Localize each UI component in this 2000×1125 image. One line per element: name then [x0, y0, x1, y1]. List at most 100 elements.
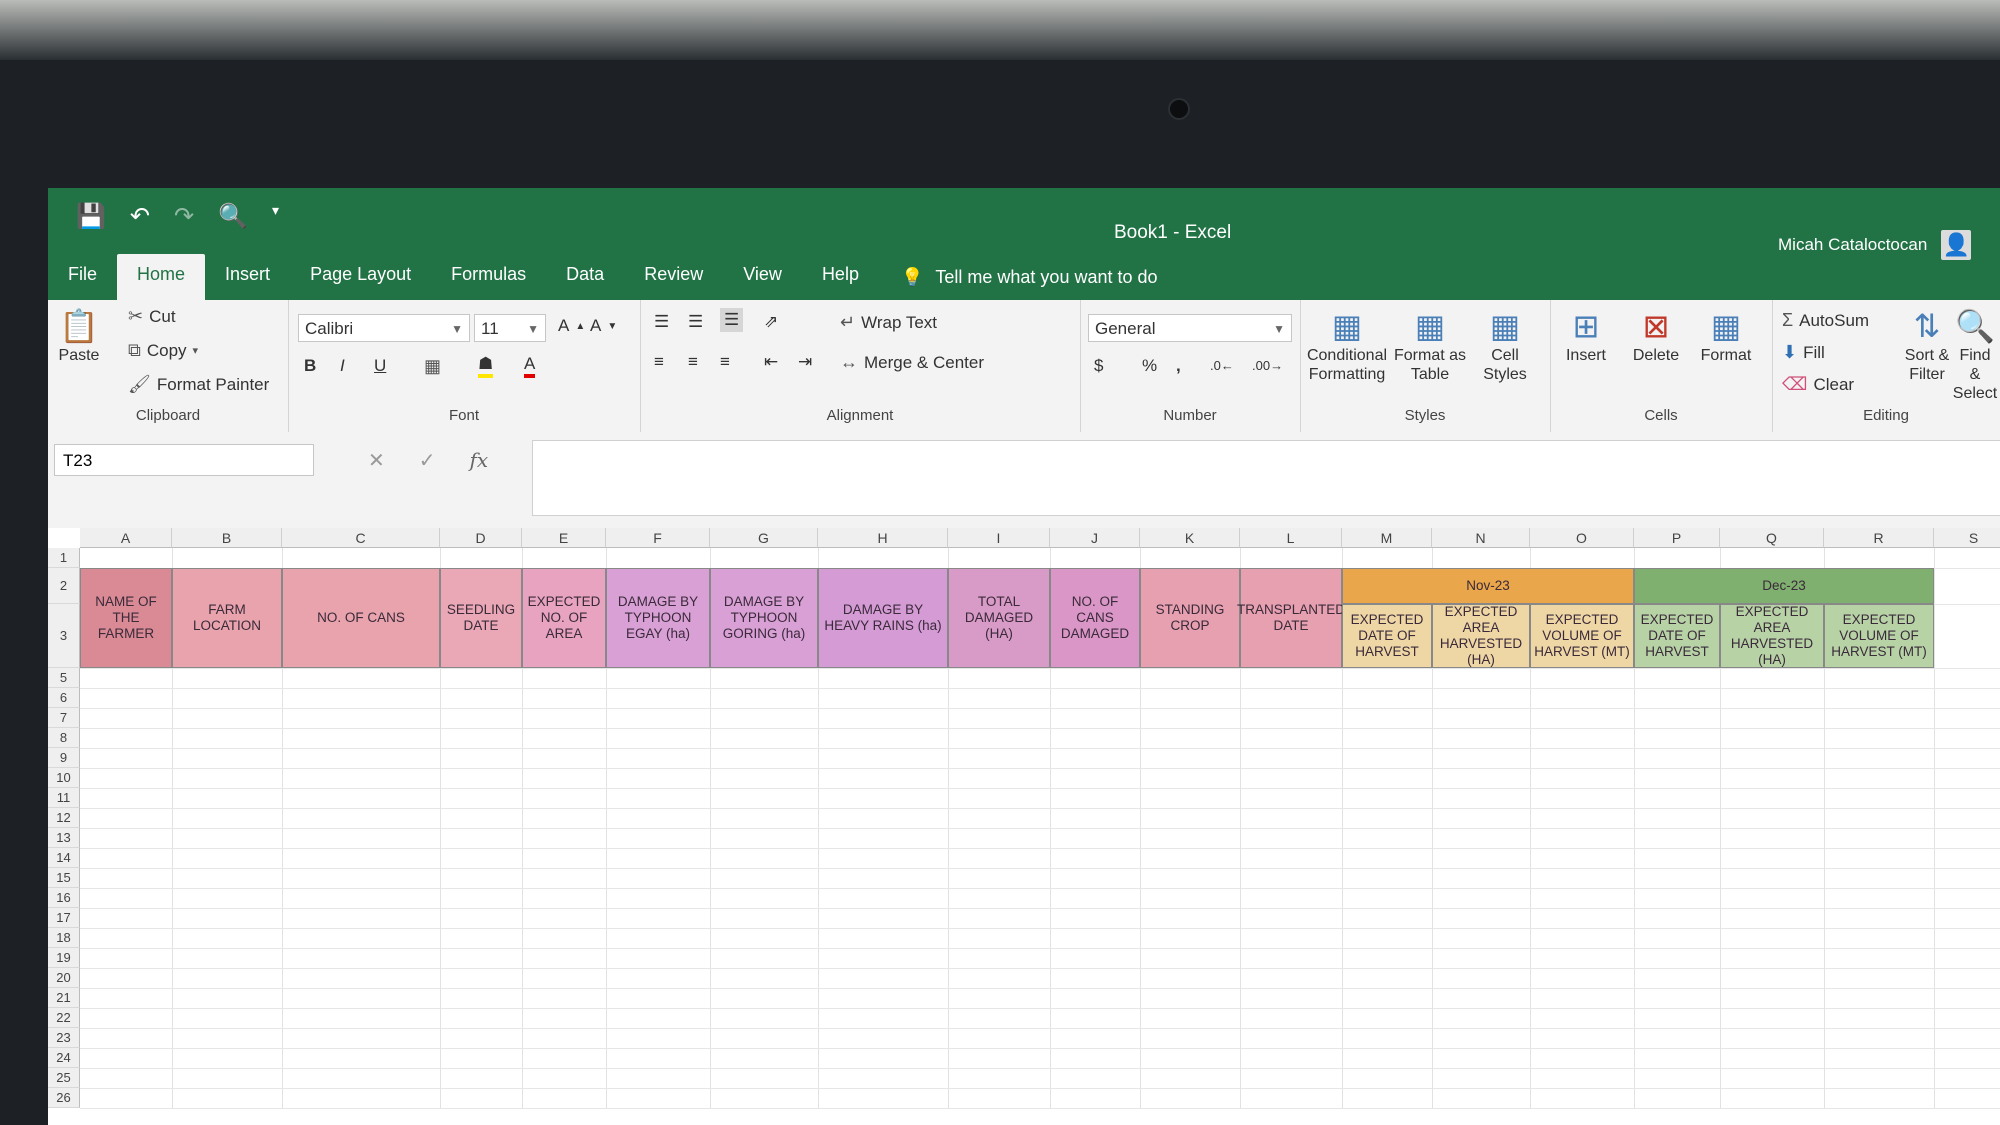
copy-button[interactable]: ⧉ Copy ▾ — [128, 340, 198, 361]
header-cell-h[interactable]: DAMAGE BY HEAVY RAINS (ha) — [818, 568, 948, 668]
align-center-icon[interactable]: ≡ — [688, 352, 698, 372]
header-dec-23[interactable]: Dec-23 — [1634, 568, 1934, 604]
header-cell-b[interactable]: FARM LOCATION — [172, 568, 282, 668]
row-header-26[interactable]: 26 — [48, 1088, 80, 1108]
column-header-s[interactable]: S — [1934, 528, 2000, 548]
fill-color-button[interactable]: ☗ — [478, 354, 494, 378]
row-header-5[interactable]: 5 — [48, 668, 80, 688]
tab-help[interactable]: Help — [802, 254, 879, 300]
row-header-1[interactable]: 1 — [48, 548, 80, 568]
header-cell-c[interactable]: NO. OF CANS — [282, 568, 440, 668]
row-header-22[interactable]: 22 — [48, 1008, 80, 1028]
row-header-18[interactable]: 18 — [48, 928, 80, 948]
sort-filter-button[interactable]: ⇅ Sort & Filter — [1904, 306, 1950, 384]
font-color-button[interactable]: A — [524, 354, 536, 378]
row-header-8[interactable]: 8 — [48, 728, 80, 748]
conditional-formatting-button[interactable]: ▦ Conditional Formatting — [1304, 306, 1390, 384]
italic-button[interactable]: I — [340, 356, 345, 376]
header-cell-i[interactable]: TOTAL DAMAGED (HA) — [948, 568, 1050, 668]
row-header-21[interactable]: 21 — [48, 988, 80, 1008]
percent-button[interactable]: % — [1142, 356, 1157, 376]
print-preview-icon[interactable]: 🔍 — [218, 202, 248, 231]
row-header-12[interactable]: 12 — [48, 808, 80, 828]
tab-page-layout[interactable]: Page Layout — [290, 254, 431, 300]
column-header-q[interactable]: Q — [1720, 528, 1824, 548]
row-header-3[interactable]: 3 — [48, 604, 80, 668]
name-box[interactable]: T23 — [54, 444, 314, 476]
row-header-10[interactable]: 10 — [48, 768, 80, 788]
shrink-font-button[interactable]: A ▼ — [590, 316, 617, 336]
tab-home[interactable]: Home — [117, 254, 206, 300]
decrease-indent-icon[interactable]: ⇤ — [764, 352, 778, 372]
paste-button[interactable]: 📋 Paste — [54, 306, 104, 365]
header-cell-o[interactable]: EXPECTED VOLUME OF HARVEST (MT) — [1530, 604, 1634, 668]
align-right-icon[interactable]: ≡ — [720, 352, 730, 372]
row-header-24[interactable]: 24 — [48, 1048, 80, 1068]
row-header-17[interactable]: 17 — [48, 908, 80, 928]
column-header-k[interactable]: K — [1140, 528, 1240, 548]
row-header-16[interactable]: 16 — [48, 888, 80, 908]
align-left-icon[interactable]: ≡ — [654, 352, 664, 372]
header-cell-e[interactable]: EXPECTED NO. OF AREA — [522, 568, 606, 668]
cell-styles-button[interactable]: ▦ Cell Styles — [1472, 306, 1538, 384]
tell-me-box[interactable]: 💡 Tell me what you want to do — [879, 254, 1158, 300]
tab-data[interactable]: Data — [546, 254, 624, 300]
column-header-m[interactable]: M — [1342, 528, 1432, 548]
row-header-15[interactable]: 15 — [48, 868, 80, 888]
wrap-text-button[interactable]: ↵ Wrap Text — [840, 312, 937, 333]
column-header-h[interactable]: H — [818, 528, 948, 548]
header-cell-a[interactable]: NAME OF THE FARMER — [80, 568, 172, 668]
increase-decimal-button[interactable]: .0← — [1210, 358, 1234, 373]
column-header-p[interactable]: P — [1634, 528, 1720, 548]
comma-button[interactable]: , — [1176, 356, 1181, 376]
tab-view[interactable]: View — [723, 254, 802, 300]
row-header-6[interactable]: 6 — [48, 688, 80, 708]
align-middle-icon[interactable]: ☰ — [688, 312, 703, 332]
align-bottom-icon[interactable]: ☰ — [720, 308, 744, 332]
redo-icon[interactable]: ↷ — [174, 202, 194, 231]
clear-button[interactable]: ⌫ Clear — [1782, 374, 1854, 395]
enter-icon[interactable]: ✓ — [419, 448, 436, 473]
header-cell-m[interactable]: EXPECTED DATE OF HARVEST — [1342, 604, 1432, 668]
autosum-button[interactable]: Σ AutoSum — [1782, 310, 1869, 331]
column-header-a[interactable]: A — [80, 528, 172, 548]
save-icon[interactable]: 💾 — [76, 202, 106, 231]
row-header-7[interactable]: 7 — [48, 708, 80, 728]
font-size-select[interactable]: 11 ▼ — [474, 314, 546, 342]
column-header-o[interactable]: O — [1530, 528, 1634, 548]
row-header-25[interactable]: 25 — [48, 1068, 80, 1088]
currency-button[interactable]: $ — [1094, 356, 1103, 376]
header-cell-k[interactable]: STANDING CROP — [1140, 568, 1240, 668]
header-cell-q[interactable]: EXPECTED AREA HARVESTED (HA) — [1720, 604, 1824, 668]
merge-center-button[interactable]: ↔ Merge & Center — [840, 352, 984, 373]
column-header-c[interactable]: C — [282, 528, 440, 548]
cancel-icon[interactable]: ✕ — [368, 448, 385, 473]
worksheet-grid[interactable]: ABCDEFGHIJKLMNOPQRS 1 2 3 5 6 7 8 9 10 11 12 13 14 15… — [48, 528, 2000, 1125]
increase-indent-icon[interactable]: ⇥ — [798, 352, 812, 372]
header-nov-23[interactable]: Nov-23 — [1342, 568, 1634, 604]
header-cell-g[interactable]: DAMAGE BY TYPHOON GORING (ha) — [710, 568, 818, 668]
borders-button[interactable]: ▦ — [424, 356, 441, 377]
row-header-20[interactable]: 20 — [48, 968, 80, 988]
insert-function-icon[interactable]: fx — [470, 448, 489, 472]
avatar[interactable]: 👤 — [1941, 230, 1972, 260]
tab-file[interactable]: File — [48, 254, 117, 300]
header-cell-p[interactable]: EXPECTED DATE OF HARVEST — [1634, 604, 1720, 668]
orientation-icon[interactable]: ⇗ — [764, 312, 778, 332]
header-cell-r[interactable]: EXPECTED VOLUME OF HARVEST (MT) — [1824, 604, 1934, 668]
column-header-f[interactable]: F — [606, 528, 710, 548]
column-header-e[interactable]: E — [522, 528, 606, 548]
header-cell-f[interactable]: DAMAGE BY TYPHOON EGAY (ha) — [606, 568, 710, 668]
bold-button[interactable]: B — [304, 356, 316, 376]
number-format-select[interactable]: General ▼ — [1088, 314, 1292, 342]
column-header-d[interactable]: D — [440, 528, 522, 548]
header-cell-n[interactable]: EXPECTED AREA HARVESTED (HA) — [1432, 604, 1530, 668]
format-painter-button[interactable]: 🖌 Format Painter — [128, 374, 269, 395]
format-as-table-button[interactable]: ▦ Format as Table — [1392, 306, 1468, 384]
fill-button[interactable]: ⬇ Fill — [1782, 342, 1825, 363]
customize-qat-icon[interactable]: ▾ — [272, 202, 279, 231]
row-header-13[interactable]: 13 — [48, 828, 80, 848]
undo-icon[interactable]: ↶ — [130, 202, 150, 231]
delete-cells-button[interactable]: ⊠ Delete — [1626, 306, 1686, 365]
format-cells-button[interactable]: ▦ Format — [1696, 306, 1756, 365]
